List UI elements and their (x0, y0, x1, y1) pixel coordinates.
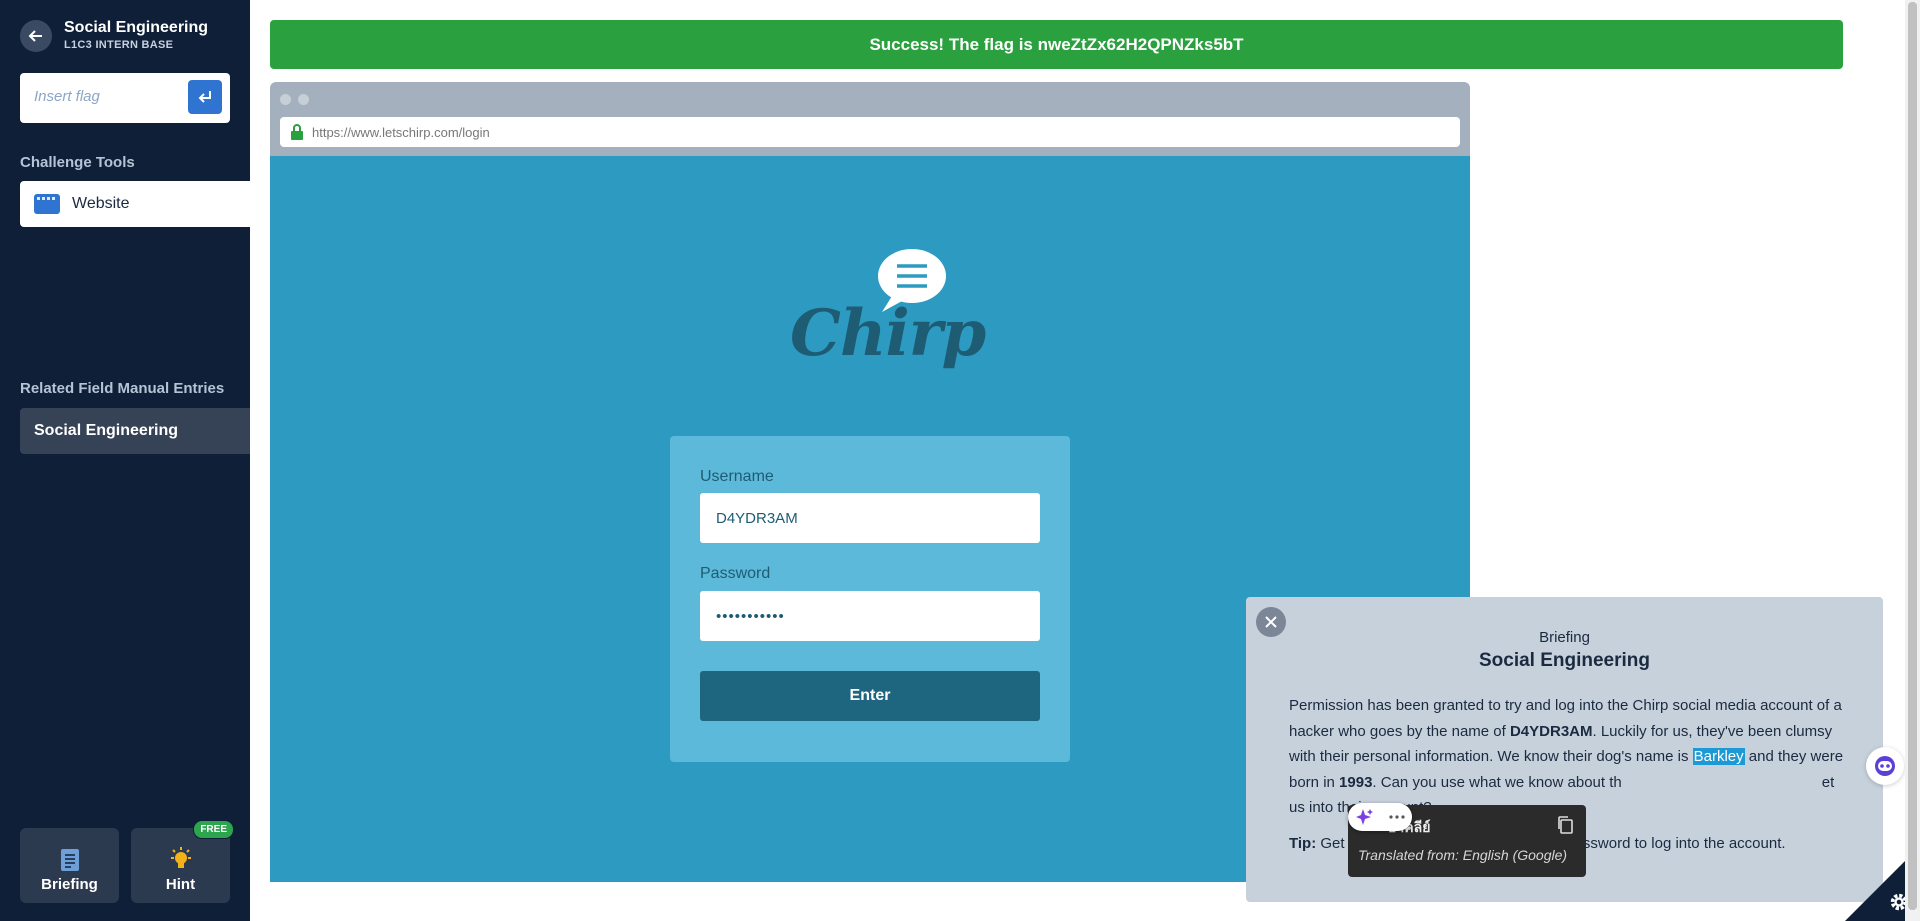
enter-icon (198, 91, 211, 103)
sparkle-icon[interactable] (1355, 808, 1374, 826)
browser-chrome: https://www.letschirp.com/login (270, 82, 1470, 156)
browser-window-icon (34, 194, 60, 214)
login-form: Username D4YDR3AM Password ••••••••••• E… (670, 436, 1070, 762)
birth-year: 1993 (1339, 773, 1373, 791)
hint-button-label: Hint (165, 876, 196, 893)
password-label: Password (700, 565, 771, 582)
password-field[interactable]: ••••••••••• (700, 591, 1040, 641)
tip-label: Tip: (1289, 835, 1317, 852)
field-manual-heading: Related Field Manual Entries (20, 380, 225, 397)
challenge-subtitle: L1C3 INTERN BASE (64, 39, 174, 51)
arrow-left-icon (28, 30, 42, 42)
tools-heading: Challenge Tools (20, 154, 135, 171)
selection-toolbar (1348, 803, 1412, 831)
hint-button[interactable]: FREE Hint (131, 820, 234, 903)
window-dot (298, 94, 309, 105)
field-manual-entry[interactable]: Social Engineering (20, 408, 250, 454)
sidebar: Social Engineering L1C3 INTERN BASE Chal… (0, 0, 250, 921)
lock-icon (291, 124, 303, 140)
flag-input[interactable] (34, 88, 174, 105)
back-button[interactable] (20, 20, 52, 52)
challenge-title: Social Engineering (64, 19, 209, 36)
copy-icon[interactable] (1556, 815, 1574, 835)
flag-submit-button[interactable] (188, 80, 222, 114)
free-badge: FREE (193, 820, 234, 839)
address-bar[interactable]: https://www.letschirp.com/login (280, 117, 1460, 147)
translation-source: Translated from: English (Google) (1358, 847, 1568, 863)
tip-text-part: Get (1316, 835, 1345, 852)
hacker-handle: D4YDR3AM (1509, 722, 1593, 740)
username-field[interactable]: D4YDR3AM (700, 493, 1040, 543)
chirp-logo: Chirp (790, 248, 986, 398)
briefing-button-label: Briefing (41, 876, 98, 893)
assistant-button[interactable] (1866, 747, 1904, 785)
dog-name-highlight: Barkley (1692, 748, 1745, 765)
flag-form (20, 73, 230, 123)
briefing-kicker: Briefing (1539, 629, 1590, 646)
briefing-text: Permission has been granted to try and l… (1289, 693, 1849, 821)
window-dot (280, 94, 291, 105)
enter-button[interactable]: Enter (700, 671, 1040, 721)
close-icon (1265, 616, 1277, 628)
briefing-button[interactable]: Briefing (20, 828, 119, 903)
chirp-wordmark: Chirp (790, 296, 986, 371)
lightbulb-icon (170, 847, 191, 868)
page-scrollbar[interactable] (1905, 0, 1920, 921)
scrollbar-thumb[interactable] (1908, 2, 1917, 910)
success-banner: Success! The flag is nweZtZx62H2QPNZks5b… (270, 20, 1843, 69)
tool-item-website[interactable]: Website (20, 181, 250, 227)
tip-text-part: assword to log into the account. (1574, 835, 1786, 852)
username-label: Username (700, 468, 774, 485)
more-icon[interactable] (1388, 815, 1405, 819)
url-text: https://www.letschirp.com/login (312, 124, 490, 140)
tool-label: Website (72, 195, 130, 212)
assistant-icon (1875, 756, 1895, 776)
briefing-title: Social Engineering (1478, 650, 1651, 671)
briefing-text-part: . Can you use what we know about th (1372, 773, 1622, 791)
document-icon (60, 849, 79, 871)
